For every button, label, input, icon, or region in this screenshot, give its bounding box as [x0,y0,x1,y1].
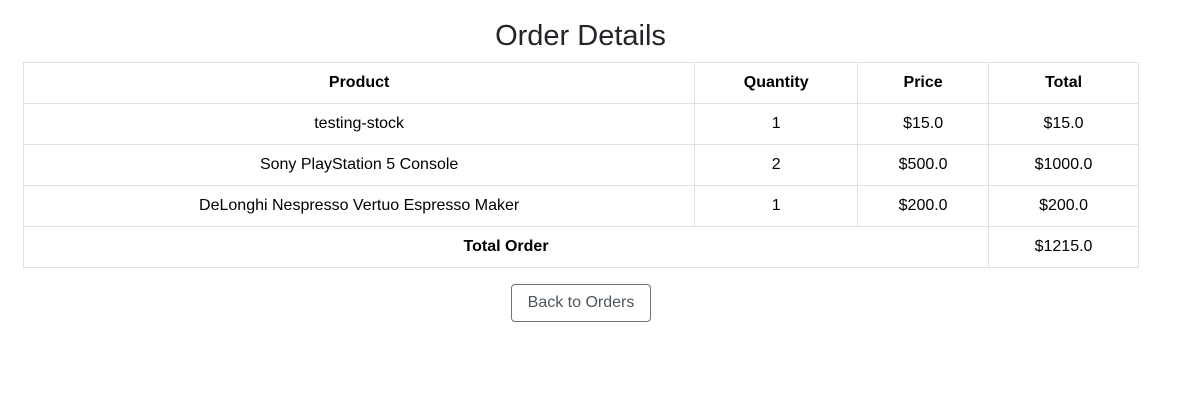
header-price: Price [857,62,990,104]
cell-quantity: 1 [694,103,859,145]
cell-price: $15.0 [857,103,990,145]
cell-price: $500.0 [857,144,990,186]
cell-product: DeLonghi Nespresso Vertuo Espresso Maker [22,185,696,227]
table-row: DeLonghi Nespresso Vertuo Espresso Maker… [22,185,1139,227]
header-quantity: Quantity [694,62,859,104]
order-details-table: Product Quantity Price Total testing-sto… [22,62,1139,268]
total-order-row: Total Order $1215.0 [22,226,1139,268]
cell-price: $200.0 [857,185,990,227]
table-row: testing-stock 1 $15.0 $15.0 [22,103,1139,145]
cell-quantity: 2 [694,144,859,186]
header-row: Product Quantity Price Total [22,62,1139,104]
total-order-label: Total Order [22,226,990,268]
cell-total: $1000.0 [988,144,1139,186]
table-row: Sony PlayStation 5 Console 2 $500.0 $100… [22,144,1139,186]
cell-total: $15.0 [988,103,1139,145]
cell-product: Sony PlayStation 5 Console [22,144,696,186]
cell-total: $200.0 [988,185,1139,227]
table-header: Product Quantity Price Total [22,62,1139,104]
header-total: Total [988,62,1139,104]
cell-product: testing-stock [22,103,696,145]
total-order-value: $1215.0 [988,226,1139,268]
page-title: Order Details [495,20,666,52]
table-body: testing-stock 1 $15.0 $15.0 Sony PlaySta… [22,103,1139,268]
header-product: Product [22,62,696,104]
cell-quantity: 1 [694,185,859,227]
back-to-orders-button[interactable]: Back to Orders [511,284,651,322]
